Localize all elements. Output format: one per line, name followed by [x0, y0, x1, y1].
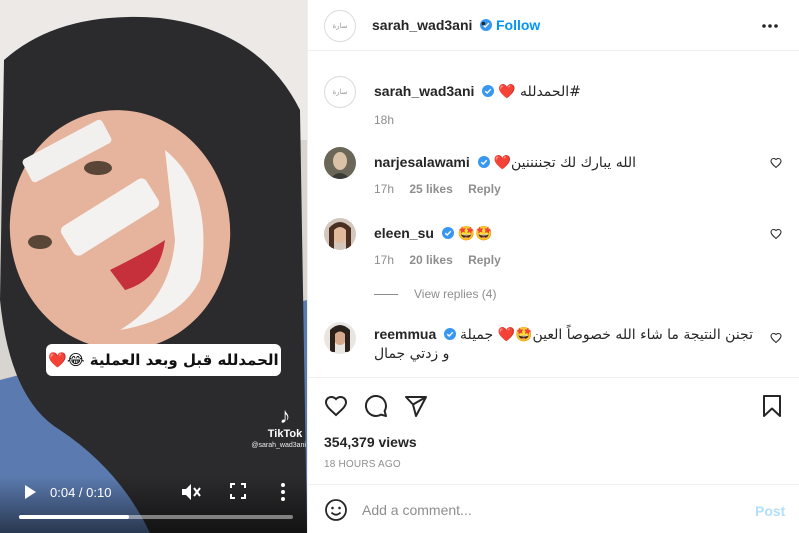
comment-likes[interactable]: 25 likes: [409, 182, 452, 196]
like-comment-icon[interactable]: [770, 332, 782, 344]
share-icon[interactable]: [404, 394, 428, 418]
comment-username[interactable]: eleen_su: [374, 225, 434, 241]
mute-icon[interactable]: [181, 483, 201, 501]
video-player[interactable]: الحمدلله قبل وبعد العملية 😂❤️ ♪ TikTok @…: [0, 0, 307, 533]
post-timestamp: 18 HOURS AGO: [324, 459, 401, 470]
tiktok-label: TikTok: [267, 428, 303, 440]
comment-row: eleen_su 🤩🤩 17h 20 likes Reply: [324, 218, 784, 278]
commenter-avatar[interactable]: [324, 322, 356, 354]
reply-button[interactable]: Reply: [468, 253, 501, 267]
comment-text: الله يبارك لك تجننننين❤️: [493, 155, 637, 171]
comment-icon[interactable]: [364, 394, 388, 418]
view-replies-label: View replies (4): [414, 287, 497, 301]
post-caption: sarah_wad3ani #الحمدلله ❤️: [374, 82, 754, 101]
caption-meta: 18h: [374, 113, 394, 127]
comment-username[interactable]: reemmua: [374, 326, 436, 342]
commenter-avatar[interactable]: [324, 147, 356, 179]
post-sidebar: ﺳﺎﺭﺓ sarah_wad3ani • Follow ﺳﺎﺭﺓ sarah_w…: [307, 0, 799, 533]
tiktok-icon: ♪: [279, 403, 291, 428]
comment-text-wrap: eleen_su 🤩🤩: [374, 224, 754, 242]
video-time: 0:04 / 0:10: [50, 485, 112, 500]
comment-age: 17h: [374, 253, 395, 267]
comment-age: 17h: [374, 182, 395, 196]
video-progress-bar[interactable]: [19, 515, 293, 519]
tiktok-handle: @sarah_wad3ani: [251, 442, 306, 449]
verified-badge-icon: [477, 156, 490, 168]
view-count-label: 354,379 views: [324, 434, 417, 450]
tiktok-logo: ♪ TikTok: [266, 403, 304, 441]
comment-input[interactable]: [362, 497, 732, 523]
verified-badge-icon: [441, 227, 454, 239]
play-icon[interactable]: [22, 484, 38, 500]
caption-author-avatar[interactable]: ﺳﺎﺭﺓ: [324, 76, 356, 108]
comment-meta: 17h 25 likes Reply: [374, 182, 513, 196]
comment-row: reemmua تجنن النتيجة ما شاء الله خصوصاً …: [324, 322, 784, 377]
caption-age: 18h: [374, 113, 395, 127]
caption-text: #الحمدلله ❤️: [498, 84, 581, 100]
fullscreen-icon[interactable]: [230, 483, 246, 499]
verified-badge-icon: [482, 85, 495, 97]
heart-icon[interactable]: [324, 394, 348, 418]
add-comment-bar: Post: [308, 485, 799, 533]
post-actions: 354,379 views 18 HOURS AGO: [308, 377, 799, 485]
commenter-avatar[interactable]: [324, 218, 356, 250]
author-name-wrap: sarah_wad3ani: [372, 17, 493, 33]
author-username[interactable]: sarah_wad3ani: [372, 17, 472, 33]
comment-username[interactable]: narjesalawami: [374, 154, 470, 170]
caption-username[interactable]: sarah_wad3ani: [374, 83, 474, 99]
post-header: ﺳﺎﺭﺓ sarah_wad3ani • Follow: [308, 0, 799, 51]
header-separator: •: [481, 15, 486, 31]
reply-button[interactable]: Reply: [468, 182, 501, 196]
comments-list[interactable]: ﺳﺎﺭﺓ sarah_wad3ani #الحمدلله ❤️ 18h narj…: [308, 51, 799, 377]
post-caption-row: ﺳﺎﺭﺓ sarah_wad3ani #الحمدلله ❤️ 18h: [324, 76, 784, 136]
follow-button[interactable]: Follow: [496, 17, 540, 33]
bookmark-icon[interactable]: [760, 394, 784, 418]
video-frame: [0, 0, 307, 533]
more-options-icon[interactable]: [760, 16, 780, 36]
video-progress-fill: [19, 515, 129, 519]
video-caption: الحمدلله قبل وبعد العملية 😂❤️: [46, 344, 281, 376]
verified-badge-icon: [444, 328, 457, 340]
comment-meta: 17h 20 likes Reply: [374, 253, 513, 267]
comment-likes[interactable]: 20 likes: [409, 253, 452, 267]
like-comment-icon[interactable]: [770, 157, 782, 169]
like-comment-icon[interactable]: [770, 228, 782, 240]
post-comment-button[interactable]: Post: [755, 503, 785, 519]
more-vertical-icon[interactable]: [280, 482, 286, 502]
comment-text-wrap: reemmua تجنن النتيجة ما شاء الله خصوصاً …: [374, 325, 754, 363]
author-avatar[interactable]: ﺳﺎﺭﺓ: [324, 10, 356, 42]
video-controls: 0:04 / 0:10: [0, 476, 307, 533]
view-count: 354,379 views: [324, 434, 417, 450]
emoji-icon[interactable]: [324, 498, 348, 522]
view-replies-line: [374, 294, 398, 296]
comment-row: narjesalawami الله يبارك لك تجننننين❤️ 1…: [324, 147, 784, 207]
comment-text-wrap: narjesalawami الله يبارك لك تجننننين❤️: [374, 153, 754, 172]
comment-text: 🤩🤩: [457, 225, 493, 241]
view-replies-button[interactable]: View replies (4): [374, 287, 496, 301]
